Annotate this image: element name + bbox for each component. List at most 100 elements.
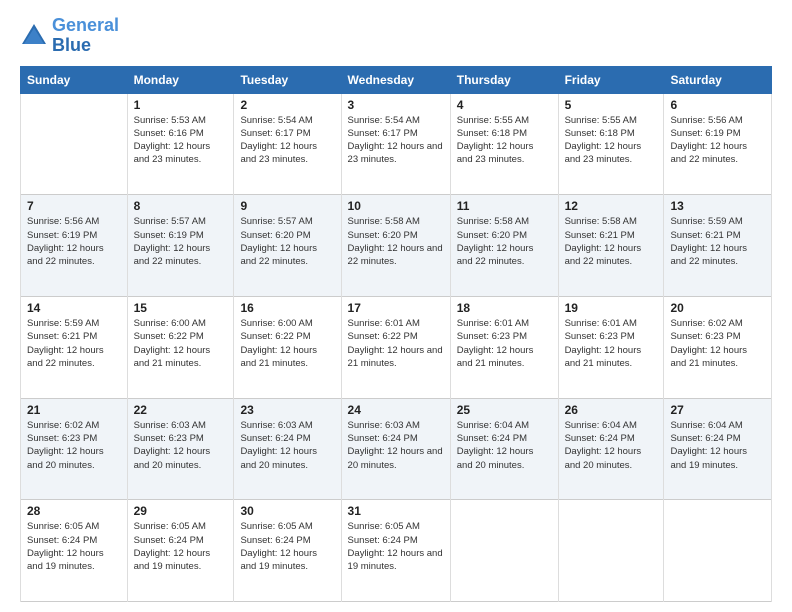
cell-details: Sunrise: 6:03 AMSunset: 6:23 PMDaylight:… (134, 419, 228, 472)
day-number: 18 (457, 301, 552, 315)
week-row-4: 21 Sunrise: 6:02 AMSunset: 6:23 PMDayligh… (21, 398, 772, 500)
cell-4-7: 27 Sunrise: 6:04 AMSunset: 6:24 PMDayligh… (664, 398, 772, 500)
cell-details: Sunrise: 5:54 AMSunset: 6:17 PMDaylight:… (240, 114, 334, 167)
cell-details: Sunrise: 5:53 AMSunset: 6:16 PMDaylight:… (134, 114, 228, 167)
cell-3-5: 18 Sunrise: 6:01 AMSunset: 6:23 PMDayligh… (450, 296, 558, 398)
cell-5-5 (450, 500, 558, 602)
day-number: 1 (134, 98, 228, 112)
cell-1-6: 5 Sunrise: 5:55 AMSunset: 6:18 PMDaylight… (558, 93, 664, 195)
day-number: 17 (348, 301, 444, 315)
day-number: 23 (240, 403, 334, 417)
cell-details: Sunrise: 6:05 AMSunset: 6:24 PMDaylight:… (27, 520, 121, 573)
header-row: SundayMondayTuesdayWednesdayThursdayFrid… (21, 66, 772, 93)
day-number: 26 (565, 403, 658, 417)
cell-4-4: 24 Sunrise: 6:03 AMSunset: 6:24 PMDayligh… (341, 398, 450, 500)
week-row-1: 1 Sunrise: 5:53 AMSunset: 6:16 PMDaylight… (21, 93, 772, 195)
cell-2-1: 7 Sunrise: 5:56 AMSunset: 6:19 PMDaylight… (21, 195, 128, 297)
cell-details: Sunrise: 6:05 AMSunset: 6:24 PMDaylight:… (348, 520, 444, 573)
cell-1-5: 4 Sunrise: 5:55 AMSunset: 6:18 PMDaylight… (450, 93, 558, 195)
cell-details: Sunrise: 5:56 AMSunset: 6:19 PMDaylight:… (670, 114, 765, 167)
day-number: 14 (27, 301, 121, 315)
cell-2-2: 8 Sunrise: 5:57 AMSunset: 6:19 PMDaylight… (127, 195, 234, 297)
cell-3-6: 19 Sunrise: 6:01 AMSunset: 6:23 PMDayligh… (558, 296, 664, 398)
day-number: 20 (670, 301, 765, 315)
cell-3-3: 16 Sunrise: 6:00 AMSunset: 6:22 PMDayligh… (234, 296, 341, 398)
cell-details: Sunrise: 5:58 AMSunset: 6:20 PMDaylight:… (457, 215, 552, 268)
day-number: 2 (240, 98, 334, 112)
cell-4-6: 26 Sunrise: 6:04 AMSunset: 6:24 PMDayligh… (558, 398, 664, 500)
day-number: 22 (134, 403, 228, 417)
cell-details: Sunrise: 5:55 AMSunset: 6:18 PMDaylight:… (565, 114, 658, 167)
cell-2-4: 10 Sunrise: 5:58 AMSunset: 6:20 PMDayligh… (341, 195, 450, 297)
cell-details: Sunrise: 5:58 AMSunset: 6:21 PMDaylight:… (565, 215, 658, 268)
day-number: 30 (240, 504, 334, 518)
day-number: 19 (565, 301, 658, 315)
day-number: 11 (457, 199, 552, 213)
day-number: 15 (134, 301, 228, 315)
cell-details: Sunrise: 5:57 AMSunset: 6:19 PMDaylight:… (134, 215, 228, 268)
calendar-table: SundayMondayTuesdayWednesdayThursdayFrid… (20, 66, 772, 602)
day-number: 6 (670, 98, 765, 112)
cell-details: Sunrise: 5:58 AMSunset: 6:20 PMDaylight:… (348, 215, 444, 268)
cell-3-7: 20 Sunrise: 6:02 AMSunset: 6:23 PMDayligh… (664, 296, 772, 398)
cell-3-4: 17 Sunrise: 6:01 AMSunset: 6:22 PMDayligh… (341, 296, 450, 398)
day-number: 24 (348, 403, 444, 417)
cell-details: Sunrise: 6:00 AMSunset: 6:22 PMDaylight:… (240, 317, 334, 370)
header: General Blue (20, 16, 772, 56)
day-number: 5 (565, 98, 658, 112)
cell-details: Sunrise: 6:05 AMSunset: 6:24 PMDaylight:… (240, 520, 334, 573)
day-number: 7 (27, 199, 121, 213)
day-number: 16 (240, 301, 334, 315)
day-number: 25 (457, 403, 552, 417)
cell-details: Sunrise: 6:04 AMSunset: 6:24 PMDaylight:… (670, 419, 765, 472)
cell-details: Sunrise: 6:01 AMSunset: 6:23 PMDaylight:… (565, 317, 658, 370)
week-row-5: 28 Sunrise: 6:05 AMSunset: 6:24 PMDayligh… (21, 500, 772, 602)
logo-icon (20, 22, 48, 50)
col-header-monday: Monday (127, 66, 234, 93)
cell-5-4: 31Sunrise: 6:05 AMSunset: 6:24 PMDayligh… (341, 500, 450, 602)
cell-1-4: 3Sunrise: 5:54 AMSunset: 6:17 PMDaylight… (341, 93, 450, 195)
cell-5-3: 30 Sunrise: 6:05 AMSunset: 6:24 PMDayligh… (234, 500, 341, 602)
cell-details: Sunrise: 5:59 AMSunset: 6:21 PMDaylight:… (27, 317, 121, 370)
day-number: 28 (27, 504, 121, 518)
day-number: 8 (134, 199, 228, 213)
cell-4-1: 21 Sunrise: 6:02 AMSunset: 6:23 PMDayligh… (21, 398, 128, 500)
cell-3-1: 14 Sunrise: 5:59 AMSunset: 6:21 PMDayligh… (21, 296, 128, 398)
day-number: 21 (27, 403, 121, 417)
cell-details: Sunrise: 5:59 AMSunset: 6:21 PMDaylight:… (670, 215, 765, 268)
cell-5-1: 28 Sunrise: 6:05 AMSunset: 6:24 PMDayligh… (21, 500, 128, 602)
cell-details: Sunrise: 5:56 AMSunset: 6:19 PMDaylight:… (27, 215, 121, 268)
cell-3-2: 15 Sunrise: 6:00 AMSunset: 6:22 PMDayligh… (127, 296, 234, 398)
col-header-sunday: Sunday (21, 66, 128, 93)
cell-details: Sunrise: 5:57 AMSunset: 6:20 PMDaylight:… (240, 215, 334, 268)
cell-details: Sunrise: 6:02 AMSunset: 6:23 PMDaylight:… (670, 317, 765, 370)
day-number: 27 (670, 403, 765, 417)
col-header-thursday: Thursday (450, 66, 558, 93)
cell-details: Sunrise: 6:01 AMSunset: 6:22 PMDaylight:… (348, 317, 444, 370)
cell-details: Sunrise: 6:04 AMSunset: 6:24 PMDaylight:… (565, 419, 658, 472)
cell-4-3: 23Sunrise: 6:03 AMSunset: 6:24 PMDayligh… (234, 398, 341, 500)
cell-details: Sunrise: 6:02 AMSunset: 6:23 PMDaylight:… (27, 419, 121, 472)
day-number: 10 (348, 199, 444, 213)
day-number: 4 (457, 98, 552, 112)
cell-1-3: 2 Sunrise: 5:54 AMSunset: 6:17 PMDaylight… (234, 93, 341, 195)
logo: General Blue (20, 16, 119, 56)
cell-details: Sunrise: 6:00 AMSunset: 6:22 PMDaylight:… (134, 317, 228, 370)
col-header-tuesday: Tuesday (234, 66, 341, 93)
col-header-friday: Friday (558, 66, 664, 93)
cell-details: Sunrise: 6:04 AMSunset: 6:24 PMDaylight:… (457, 419, 552, 472)
day-number: 9 (240, 199, 334, 213)
cell-2-5: 11 Sunrise: 5:58 AMSunset: 6:20 PMDayligh… (450, 195, 558, 297)
cell-1-1 (21, 93, 128, 195)
col-header-saturday: Saturday (664, 66, 772, 93)
cell-details: Sunrise: 5:54 AMSunset: 6:17 PMDaylight:… (348, 114, 444, 167)
day-number: 13 (670, 199, 765, 213)
week-row-3: 14 Sunrise: 5:59 AMSunset: 6:21 PMDayligh… (21, 296, 772, 398)
cell-4-2: 22 Sunrise: 6:03 AMSunset: 6:23 PMDayligh… (127, 398, 234, 500)
cell-2-6: 12Sunrise: 5:58 AMSunset: 6:21 PMDayligh… (558, 195, 664, 297)
cell-5-7 (664, 500, 772, 602)
cell-details: Sunrise: 5:55 AMSunset: 6:18 PMDaylight:… (457, 114, 552, 167)
cell-details: Sunrise: 6:03 AMSunset: 6:24 PMDaylight:… (348, 419, 444, 472)
cell-4-5: 25 Sunrise: 6:04 AMSunset: 6:24 PMDayligh… (450, 398, 558, 500)
cell-details: Sunrise: 6:01 AMSunset: 6:23 PMDaylight:… (457, 317, 552, 370)
